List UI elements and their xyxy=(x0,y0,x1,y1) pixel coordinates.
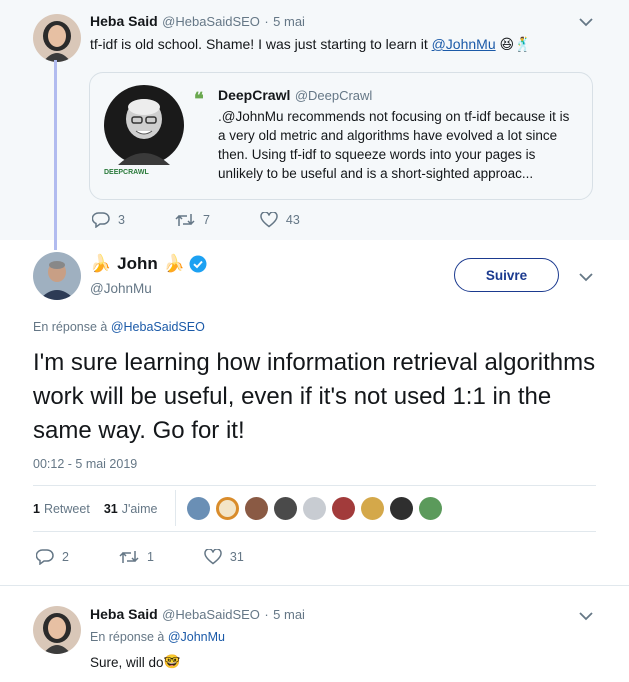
banana-emoji: 🍌 xyxy=(90,254,112,273)
chevron-down-icon[interactable] xyxy=(579,611,593,621)
avatar[interactable] xyxy=(33,606,81,654)
tweet-text: tf-idf is old school. Shame! I was just … xyxy=(90,36,532,53)
reply-to-link[interactable]: @HebaSaidSEO xyxy=(111,320,205,334)
retweet-button[interactable]: 1 xyxy=(119,549,154,565)
reply-icon xyxy=(36,549,54,565)
like-stat-label: J'aime xyxy=(121,502,158,516)
like-button[interactable]: 43 xyxy=(260,212,300,228)
quoted-tweet-card[interactable]: DEEPCRAWL ❝ DeepCrawl @DeepCrawl .@JohnM… xyxy=(89,72,593,200)
author-name[interactable]: Heba Said xyxy=(90,13,158,29)
heart-icon xyxy=(260,212,278,228)
brand-logo: DEEPCRAWL xyxy=(104,169,149,176)
quoted-author-name: DeepCrawl xyxy=(218,87,291,103)
tweet-text-body: Sure, will do xyxy=(90,654,164,670)
avatar[interactable] xyxy=(33,252,81,300)
like-count: 43 xyxy=(285,213,300,227)
liker-avatar[interactable] xyxy=(245,497,268,520)
retweet-count: 1 xyxy=(146,550,154,564)
divider xyxy=(33,485,596,486)
avatar[interactable] xyxy=(33,14,81,62)
nerd-face-emoji: 🤓 xyxy=(163,654,181,669)
retweet-stat-count: 1 xyxy=(33,502,40,516)
quoted-text: .@JohnMu recommends not focusing on tf-i… xyxy=(218,109,570,181)
reply-count: 3 xyxy=(118,213,125,227)
thread-connector xyxy=(54,60,57,250)
retweet-count: 7 xyxy=(202,213,210,227)
author-name[interactable]: John xyxy=(117,254,158,274)
banana-emoji: 🍌 xyxy=(163,254,185,273)
follow-button[interactable]: Suivre xyxy=(454,258,559,292)
liker-avatar[interactable] xyxy=(216,497,239,520)
separator: · xyxy=(264,607,269,622)
reply-context: En réponse à @JohnMu xyxy=(90,630,225,644)
emoji: 😆🕺 xyxy=(499,36,532,52)
reply-count: 2 xyxy=(62,550,69,564)
like-stat-count: 31 xyxy=(103,502,118,516)
tweet-actions: 2 1 31 xyxy=(36,549,294,565)
divider xyxy=(33,531,596,532)
chevron-down-icon[interactable] xyxy=(579,17,593,27)
heart-icon xyxy=(204,549,222,565)
author-handle[interactable]: @HebaSaidSEO xyxy=(162,607,260,622)
liker-avatar[interactable] xyxy=(187,497,210,520)
liker-avatars xyxy=(187,497,448,520)
liker-avatar[interactable] xyxy=(390,497,413,520)
engagement-stats: 1 Retweet 31 J'aime xyxy=(33,502,157,516)
reply-prefix: En réponse à xyxy=(90,630,168,644)
author-handle[interactable]: @JohnMu xyxy=(90,281,152,296)
timestamp[interactable]: 00:12 - 5 mai 2019 xyxy=(33,457,137,471)
reply-icon xyxy=(92,212,110,228)
tweet-actions: 3 7 43 xyxy=(92,212,350,228)
tweet-text-body: tf-idf is old school. Shame! I was just … xyxy=(90,36,432,52)
stats-separator xyxy=(175,490,176,526)
verified-badge-icon xyxy=(189,255,207,273)
liker-avatar[interactable] xyxy=(303,497,326,520)
parent-tweet[interactable]: Heba Said @HebaSaidSEO · 5 mai tf-idf is… xyxy=(0,0,629,240)
author-name[interactable]: Heba Said xyxy=(90,606,158,622)
reply-button[interactable]: 3 xyxy=(92,212,125,228)
retweet-icon xyxy=(175,214,195,226)
reply-prefix: En réponse à xyxy=(33,320,111,334)
liker-avatar[interactable] xyxy=(419,497,442,520)
tweet-text: Sure, will do 🤓 xyxy=(90,654,180,670)
separator: · xyxy=(264,14,269,29)
retweet-stat[interactable]: 1 Retweet xyxy=(33,502,90,516)
reply-to-link[interactable]: @JohnMu xyxy=(168,630,225,644)
retweet-stat-label: Retweet xyxy=(43,502,90,516)
like-count: 31 xyxy=(229,550,244,564)
quoted-image xyxy=(104,85,184,165)
like-button[interactable]: 31 xyxy=(204,549,244,565)
reply-button[interactable]: 2 xyxy=(36,549,69,565)
reply-context: En réponse à @HebaSaidSEO xyxy=(33,320,205,334)
tweet-date[interactable]: 5 mai xyxy=(273,607,305,622)
quote-mark-icon: ❝ xyxy=(194,89,204,110)
tweet-text: I'm sure learning how information retrie… xyxy=(33,349,596,444)
like-stat[interactable]: 31 J'aime xyxy=(104,502,158,516)
liker-avatar[interactable] xyxy=(274,497,297,520)
mention-link[interactable]: @JohnMu xyxy=(432,36,496,52)
tweet-date[interactable]: 5 mai xyxy=(273,14,305,29)
liker-avatar[interactable] xyxy=(361,497,384,520)
chevron-down-icon[interactable] xyxy=(579,272,593,282)
author-handle[interactable]: @HebaSaidSEO xyxy=(162,14,260,29)
retweet-icon xyxy=(119,551,139,563)
retweet-button[interactable]: 7 xyxy=(175,212,210,228)
quoted-author-handle: @DeepCrawl xyxy=(294,88,373,103)
liker-avatar[interactable] xyxy=(332,497,355,520)
divider xyxy=(0,585,629,586)
